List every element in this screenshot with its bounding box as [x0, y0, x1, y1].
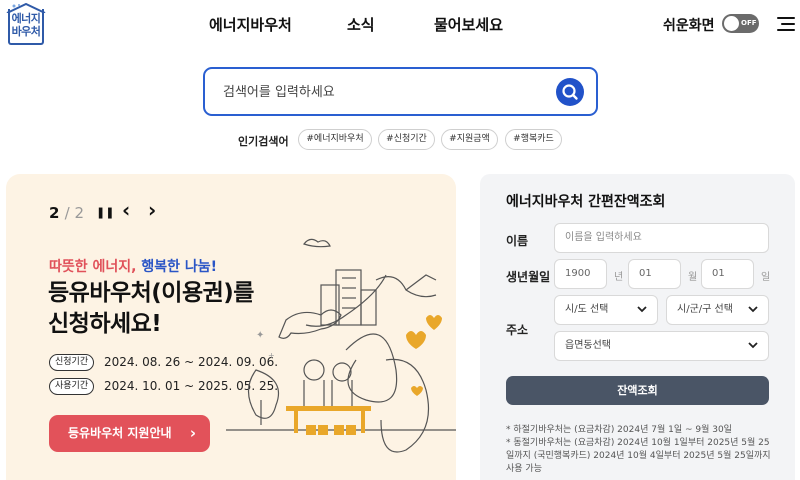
popular-keywords: 인기검색어 #에너지바우처 #신청기간 #지원금액 #행복카드 [0, 129, 800, 151]
slide-pager: 2 / 2 [49, 204, 85, 222]
easy-mode-label: 쉬운화면 [663, 18, 715, 34]
popular-keywords-label: 인기검색어 [238, 135, 289, 148]
banner-headline: 등유바우처(이용권)를 신청하세요! [48, 278, 254, 340]
slide-current: 2 [49, 204, 60, 222]
popular-tag[interactable]: #신청기간 [378, 129, 435, 150]
birth-year-field[interactable]: 1900 [554, 259, 607, 289]
dong-select[interactable]: 읍면동선택 [554, 331, 769, 361]
popular-tag[interactable]: #에너지바우처 [298, 129, 372, 150]
nav-news[interactable]: 소식 [347, 14, 375, 35]
prev-slide-icon[interactable]: ‹ [122, 198, 130, 222]
search-input[interactable] [223, 81, 543, 103]
birth-month-field[interactable]: 01 [628, 259, 681, 289]
panel-title: 에너지바우처 간편잔액조회 [506, 194, 666, 210]
promo-banner: 2 / 2 ❚❚ ‹ › 따뜻한 에너지, 행복한 나눔! 등유바우처(이용권)… [6, 174, 456, 480]
svg-text:+: + [268, 351, 275, 360]
voucher-notes: * 하절기바우처는 (요금차감) 2024년 7월 1일 ~ 9월 30일 * … [506, 424, 776, 476]
use-period-chip: 사용기간 [49, 378, 95, 395]
chevron-down-icon [748, 342, 758, 349]
toggle-state: OFF [741, 19, 757, 27]
sigungu-select-value: 시/군/구 선택 [677, 304, 733, 315]
cta-label: 등유바우처 지원안내 [68, 426, 172, 440]
dong-select-value: 읍면동선택 [565, 340, 611, 351]
name-label: 이름 [506, 234, 529, 248]
note-winter: * 동절기바우처는 (요금차감) 2024년 10월 1일부터 2025년 5월… [506, 438, 771, 474]
sido-select-value: 시/도 선택 [565, 304, 609, 315]
birth-year-unit: 년 [614, 272, 624, 283]
chevron-down-icon [637, 306, 647, 313]
banner-illustration: ✦ + [226, 238, 456, 453]
search-icon [562, 84, 578, 100]
chevron-right-icon: › [189, 424, 196, 442]
name-field[interactable]: 이름을 입력하세요 [554, 223, 769, 253]
birth-month-unit: 월 [688, 272, 698, 283]
site-header: 에너지바우처 에너지바우처 소식 물어보세요 쉬운화면 OFF [0, 0, 800, 52]
search-box [203, 67, 598, 116]
birth-day-unit: 일 [761, 272, 771, 283]
kicker-blue: 행복한 나눔! [141, 259, 218, 275]
svg-text:✦: ✦ [256, 330, 264, 341]
hamburger-menu-icon[interactable] [777, 17, 795, 31]
popular-tag[interactable]: #행복카드 [505, 129, 562, 150]
birth-day-field[interactable]: 01 [701, 259, 754, 289]
toggle-knob [724, 16, 739, 31]
sido-select[interactable]: 시/도 선택 [554, 295, 658, 325]
banner-kicker: 따뜻한 에너지, 행복한 나눔! [49, 256, 217, 276]
easy-mode-toggle[interactable]: OFF [722, 14, 759, 33]
nav-ask[interactable]: 물어보세요 [434, 14, 503, 35]
headline-line-1: 등유바우처(이용권)를 [48, 280, 254, 306]
sigungu-select[interactable]: 시/군/구 선택 [666, 295, 769, 325]
headline-line-2: 신청하세요! [48, 311, 162, 337]
chevron-down-icon [748, 306, 758, 313]
apply-period-chip: 신청기간 [49, 354, 95, 371]
logo-text: 에너지바우처 [11, 12, 41, 38]
balance-lookup-panel: 에너지바우처 간편잔액조회 이름 이름을 입력하세요 생년월일 1900 년 0… [480, 174, 795, 480]
kicker-red: 따뜻한 에너지, [49, 259, 137, 275]
nav-energy-voucher[interactable]: 에너지바우처 [209, 14, 292, 35]
pause-icon[interactable]: ❚❚ [96, 206, 114, 219]
birth-label: 생년월일 [506, 270, 551, 284]
address-label: 주소 [506, 323, 529, 337]
kerosene-voucher-info-button[interactable]: 등유바우처 지원안내 › [49, 415, 210, 452]
site-logo[interactable]: 에너지바우처 [6, 3, 46, 47]
balance-lookup-button[interactable]: 잔액조회 [506, 376, 769, 405]
popular-tag[interactable]: #지원금액 [441, 129, 498, 150]
next-slide-icon[interactable]: › [148, 198, 156, 222]
note-summer: * 하절기바우처는 (요금차감) 2024년 7월 1일 ~ 9월 30일 [506, 425, 732, 435]
search-button[interactable] [556, 78, 584, 106]
slide-total: 2 [74, 204, 85, 222]
